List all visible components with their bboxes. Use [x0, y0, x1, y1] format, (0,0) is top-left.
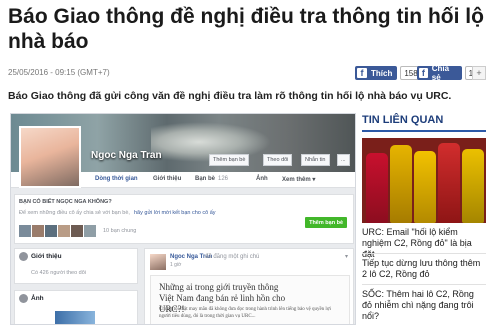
- facebook-icon: f: [419, 68, 428, 78]
- add-friend-button: Thêm bạn bè: [305, 217, 347, 228]
- tab-photos: Ảnh: [256, 176, 268, 182]
- bottle-yellow: [414, 151, 436, 223]
- friends-count-badge: 126: [218, 176, 229, 182]
- cover-more-button: ...: [337, 154, 350, 166]
- tab-about: Giới thiệu: [153, 176, 182, 182]
- send-request-link: hãy gửi lời mời kết bạn cho cô ấy: [134, 210, 216, 216]
- friend-thumbnail: [58, 225, 70, 237]
- follower-count: Có 426 người theo dõi: [31, 270, 86, 276]
- share-label: Chia sẻ: [431, 64, 450, 82]
- facebook-icon: f: [357, 68, 367, 78]
- cover-add-friend-button: Thêm bạn bè: [209, 154, 250, 166]
- add-friend-label: Thêm bạn bè: [309, 219, 343, 226]
- photo-icon: [19, 294, 28, 303]
- like-button[interactable]: f Thích: [355, 66, 398, 80]
- related-news-sidebar: TIN LIÊN QUAN URC: Email "hối lộ kiểm ng…: [362, 110, 490, 325]
- know-question: BẠN CÓ BIẾT NGỌC NGA KHÔNG?: [19, 199, 112, 205]
- profile-avatar: [19, 126, 81, 188]
- like-label: Thích: [371, 68, 393, 78]
- post-action: đã đăng một ghi chú: [205, 254, 260, 260]
- friend-thumbnail: [45, 225, 57, 237]
- bottle-red: [438, 143, 460, 223]
- note-preview: Những ai trong giới truyền thông Việt Na…: [150, 275, 350, 324]
- article-headline: Báo Giao thông đề nghị điều tra thông ti…: [8, 5, 484, 53]
- globe-icon: [19, 252, 28, 261]
- related-news-item[interactable]: SỐC: Thêm hai lô C2, Rồng đỏ nhiễm chì n…: [362, 289, 486, 322]
- bottle-yellow: [462, 149, 484, 223]
- chevron-down-icon: ▾: [344, 254, 348, 260]
- friend-thumbnail: [32, 225, 44, 237]
- photo-thumbnail: [55, 311, 95, 324]
- related-news-thumbnail[interactable]: [362, 138, 486, 223]
- intro-card: Giới thiệu Có 426 người theo dõi: [14, 248, 138, 284]
- mutual-friend-thumbnails: [19, 225, 97, 237]
- google-plus-button[interactable]: +: [472, 66, 486, 80]
- cover-message-button: Nhắn tin: [301, 154, 330, 166]
- photos-card: Ảnh: [14, 290, 138, 324]
- profile-name: Ngoc Nga Tran: [91, 150, 162, 161]
- news-divider: [362, 284, 486, 285]
- bottle-yellow: [390, 145, 412, 223]
- post-author-avatar: [150, 254, 166, 270]
- friend-thumbnail: [19, 225, 31, 237]
- profile-left-column: Giới thiệu Có 426 người theo dõi Ảnh: [14, 248, 138, 324]
- news-divider: [362, 253, 486, 254]
- share-button[interactable]: f Chia sẻ: [417, 64, 462, 82]
- article-meta-row: 25/05/2016 - 09:15 (GMT+7) f Thích 158 f…: [8, 64, 486, 82]
- tab-timeline: Dòng thời gian: [95, 176, 138, 182]
- article-lead: Báo Giao thông đã gửi công văn đề nghị đ…: [8, 90, 452, 102]
- sidebar-divider: [362, 130, 486, 132]
- bottle-red: [366, 153, 388, 223]
- friend-thumbnail: [71, 225, 83, 237]
- timeline-post: Ngoc Nga Tran đã đăng một ghi chú 1 giờ …: [144, 248, 354, 324]
- tab-friends: Bạn bè: [195, 176, 216, 182]
- post-time: 1 giờ: [170, 262, 182, 268]
- cover-follow-button: Theo dõi: [263, 154, 293, 166]
- mutual-friends-count: 10 bạn chung: [103, 228, 137, 234]
- tab-more: Xem thêm ▾: [282, 177, 316, 183]
- article-timestamp: 25/05/2016 - 09:15 (GMT+7): [8, 68, 110, 77]
- note-body: Chúng tôi thật may mắn đã không đưa đọc …: [159, 307, 331, 319]
- related-news-item[interactable]: Tiếp tục dừng lưu thông thêm 2 lô C2, Rồ…: [362, 258, 486, 280]
- friend-thumbnail: [84, 225, 96, 237]
- intro-title: Giới thiệu: [31, 253, 62, 260]
- facebook-like-widget[interactable]: f Thích 158: [355, 66, 422, 80]
- friend-request-box: BẠN CÓ BIẾT NGỌC NGA KHÔNG? Để xem những…: [14, 194, 354, 244]
- facebook-profile-image: Ngoc Nga Tran Thêm bạn bè Theo dõi Nhắn …: [10, 113, 356, 325]
- related-news-title: TIN LIÊN QUAN: [362, 114, 444, 126]
- related-news-item[interactable]: URC: Email "hối lộ kiểm nghiệm C2, Rồng …: [362, 227, 486, 260]
- photos-title: Ảnh: [31, 295, 44, 302]
- know-description: Để xem những điều cô ấy chia sẻ với bạn …: [19, 210, 130, 216]
